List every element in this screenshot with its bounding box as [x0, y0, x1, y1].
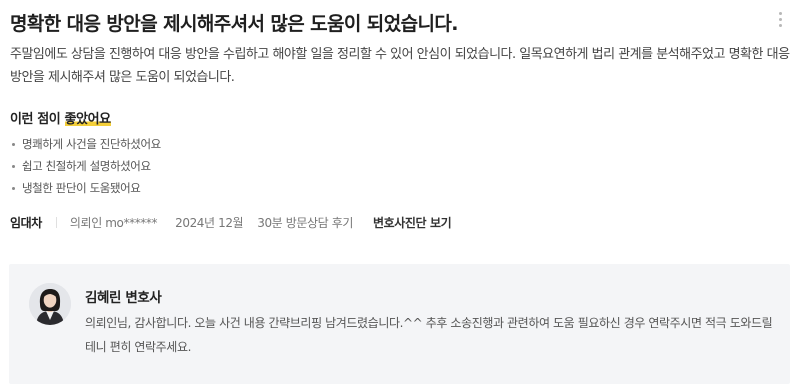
reply-text: 의뢰인님, 감사합니다. 오늘 사건 내용 간략브리핑 남겨드렸습니다.^^ 추… [85, 316, 773, 354]
good-points-heading-prefix: 이런 점이 [10, 112, 65, 127]
bullet-dot-icon [12, 164, 15, 168]
bullet-dot-icon [12, 186, 15, 190]
list-item: 쉽고 친절하게 설명하셨어요 [12, 155, 161, 177]
list-item: 명쾌하게 사건을 진단하셨어요 [12, 133, 161, 155]
list-item: 냉철한 판단이 도움됐어요 [12, 177, 161, 199]
review-date: 2024년 12월 [175, 215, 244, 230]
lawyer-name: 김혜린 변호사 [85, 290, 162, 306]
avatar [29, 283, 71, 325]
good-points-heading: 이런 점이 좋았어요 [10, 108, 111, 127]
lawyer-avatar-image [29, 283, 71, 325]
client-id: 의뢰인 mo****** [69, 215, 158, 230]
good-points-heading-highlight: 좋았어요 [64, 112, 111, 127]
lawyer-diagnosis-link[interactable]: 변호사진단 보기 [373, 214, 452, 231]
more-options-button[interactable] [771, 9, 789, 29]
review-meta: 임대차 의뢰인 mo****** 2024년 12월 30분 방문상담 후기 변… [10, 212, 452, 232]
consult-type: 30분 방문상담 후기 [257, 215, 353, 230]
lawyer-reply: 김혜린 변호사 의뢰인님, 감사합니다. 오늘 사건 내용 간략브리핑 남겨드렸… [9, 264, 790, 384]
divider [55, 216, 57, 228]
review-title: 명확한 대응 방안을 제시해주셔서 많은 도움이 되었습니다. [10, 13, 458, 35]
more-vertical-icon [778, 11, 782, 15]
good-points-list: 명쾌하게 사건을 진단하셨어요 쉽고 친절하게 설명하셨어요 냉철한 판단이 도… [12, 133, 161, 199]
case-category: 임대차 [10, 215, 42, 230]
bullet-dot-icon [12, 142, 15, 146]
review-body: 주말임에도 상담을 진행하여 대응 방안을 수립하고 해야할 일을 정리할 수 … [10, 47, 790, 85]
